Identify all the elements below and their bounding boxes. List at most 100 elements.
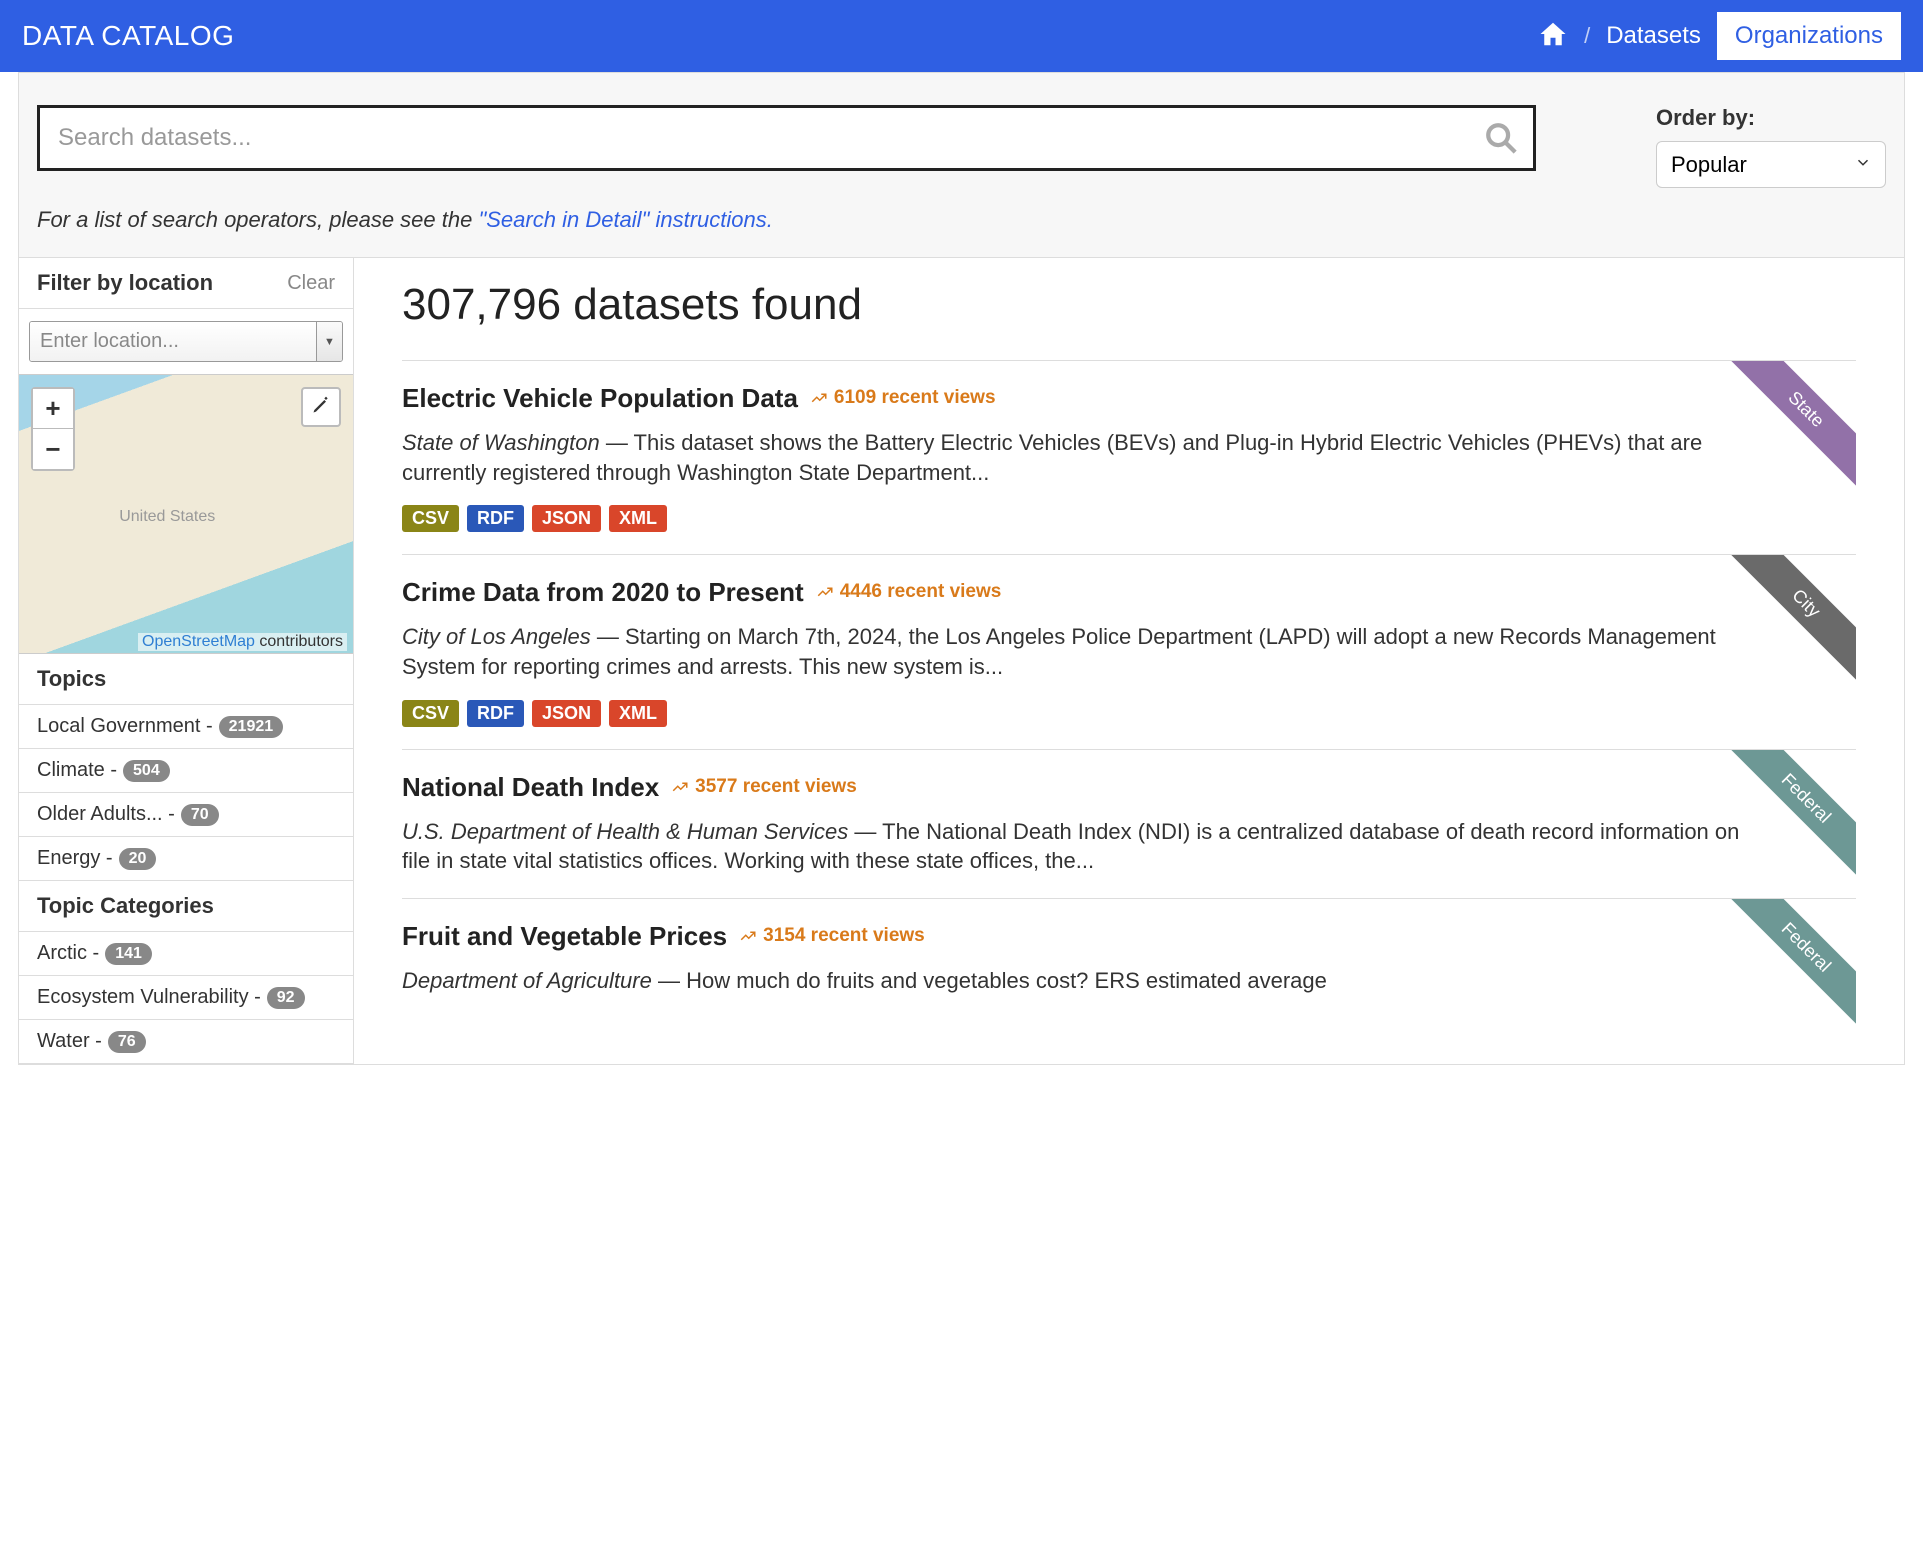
dataset-item: Electric Vehicle Population Data 6109 rec… [402, 360, 1856, 554]
format-badge-rdf[interactable]: RDF [467, 700, 524, 727]
dataset-level-ribbon: City [1726, 555, 1856, 685]
pencil-icon [311, 395, 331, 420]
osm-link[interactable]: OpenStreetMap [142, 633, 255, 650]
map-zoom-out[interactable]: − [33, 429, 73, 469]
order-by-label: Order by: [1656, 105, 1886, 131]
results-main: 307,796 datasets found Electric Vehicle … [354, 258, 1904, 1064]
dataset-description: City of Los Angeles — Starting on March … [402, 622, 1746, 681]
dataset-views: 3154 recent views [739, 925, 925, 947]
location-map[interactable]: + − United States OpenStreetMap contribu… [19, 374, 353, 654]
facet-label: Ecosystem Vulnerability - [37, 986, 261, 1009]
chart-line-icon [816, 583, 834, 601]
map-draw-button[interactable] [301, 387, 341, 427]
format-badge-xml[interactable]: XML [609, 505, 667, 532]
topics-list: Local Government - 21921Climate - 504Old… [19, 705, 353, 881]
dataset-org: U.S. Department of Health & Human Servic… [402, 819, 848, 844]
chart-line-icon [671, 778, 689, 796]
map-zoom-controls: + − [31, 387, 75, 471]
topic-item[interactable]: Energy - 20 [19, 837, 353, 881]
facet-count: 76 [108, 1031, 146, 1053]
ribbon-label: City [1726, 555, 1856, 685]
facet-count: 92 [267, 987, 305, 1009]
order-by-select[interactable]: Popular [1656, 141, 1886, 188]
format-badge-json[interactable]: JSON [532, 700, 601, 727]
topic-item[interactable]: Local Government - 21921 [19, 705, 353, 749]
location-filter-header: Filter by location Clear [19, 258, 353, 309]
header-nav: / Datasets Organizations [1538, 12, 1901, 60]
nav-organizations[interactable]: Organizations [1717, 12, 1901, 60]
sidebar: Filter by location Clear ▼ + − [19, 258, 354, 1064]
search-section: For a list of search operators, please s… [19, 73, 1904, 258]
facet-count: 70 [181, 804, 219, 826]
osm-suffix: contributors [255, 633, 343, 650]
chart-line-icon [739, 927, 757, 945]
dataset-formats: CSV RDF JSON XML [402, 700, 1746, 727]
dataset-item: Fruit and Vegetable Prices 3154 recent vi… [402, 898, 1856, 1018]
dataset-item: National Death Index 3577 recent views U.S… [402, 749, 1856, 898]
main-container: For a list of search operators, please s… [18, 72, 1905, 1065]
map-country-label: United States [119, 508, 215, 526]
ribbon-label: Federal [1726, 750, 1856, 880]
dataset-views: 6109 recent views [810, 387, 996, 409]
top-header: DATA CATALOG / Datasets Organizations [0, 0, 1923, 72]
location-input[interactable] [30, 322, 316, 361]
facet-label: Local Government - [37, 715, 213, 738]
dataset-level-ribbon: State [1726, 361, 1856, 491]
dataset-views: 4446 recent views [816, 581, 1002, 603]
dataset-description: Department of Agriculture — How much do … [402, 966, 1746, 996]
format-badge-csv[interactable]: CSV [402, 505, 459, 532]
facet-label: Climate - [37, 759, 117, 782]
chart-line-icon [810, 389, 828, 407]
format-badge-rdf[interactable]: RDF [467, 505, 524, 532]
dataset-title[interactable]: National Death Index [402, 772, 659, 802]
topic-category-item[interactable]: Water - 76 [19, 1020, 353, 1064]
dataset-org: City of Los Angeles [402, 624, 591, 649]
ribbon-label: Federal [1726, 899, 1856, 1029]
home-icon[interactable] [1538, 19, 1568, 54]
dataset-formats: CSV RDF JSON XML [402, 505, 1746, 532]
content-row: Filter by location Clear ▼ + − [19, 258, 1904, 1064]
site-title[interactable]: DATA CATALOG [22, 20, 234, 52]
dataset-title[interactable]: Crime Data from 2020 to Present [402, 577, 804, 607]
facet-label: Water - [37, 1030, 102, 1053]
facet-count: 504 [123, 760, 170, 782]
dataset-description: U.S. Department of Health & Human Servic… [402, 817, 1746, 876]
topic-category-item[interactable]: Ecosystem Vulnerability - 92 [19, 976, 353, 1020]
search-hint-prefix: For a list of search operators, please s… [37, 207, 478, 232]
location-dropdown-toggle[interactable]: ▼ [316, 322, 342, 361]
location-input-wrap: ▼ [19, 309, 353, 374]
map-attribution: OpenStreetMap contributors [138, 633, 347, 651]
dataset-org: State of Washington [402, 430, 600, 455]
dataset-description: State of Washington — This dataset shows… [402, 428, 1746, 487]
format-badge-csv[interactable]: CSV [402, 700, 459, 727]
ribbon-label: State [1726, 361, 1856, 491]
order-by: Order by: Popular [1656, 105, 1886, 188]
facet-count: 20 [119, 848, 157, 870]
format-badge-json[interactable]: JSON [532, 505, 601, 532]
topic-item[interactable]: Older Adults... - 70 [19, 793, 353, 837]
search-input[interactable] [37, 105, 1536, 171]
nav-separator: / [1584, 23, 1590, 49]
location-filter-clear[interactable]: Clear [287, 272, 335, 295]
search-box [37, 105, 1536, 171]
map-zoom-in[interactable]: + [33, 389, 73, 429]
dataset-level-ribbon: Federal [1726, 899, 1856, 1029]
facet-count: 141 [105, 943, 152, 965]
result-count: 307,796 datasets found [402, 280, 1856, 330]
dataset-title[interactable]: Fruit and Vegetable Prices [402, 921, 727, 951]
nav-datasets[interactable]: Datasets [1606, 22, 1701, 50]
dataset-org: Department of Agriculture [402, 968, 652, 993]
topic-item[interactable]: Climate - 504 [19, 749, 353, 793]
topic-categories-heading: Topic Categories [19, 881, 353, 932]
location-filter-title: Filter by location [37, 270, 213, 296]
topic-category-item[interactable]: Arctic - 141 [19, 932, 353, 976]
dataset-views: 3577 recent views [671, 776, 857, 798]
search-hint: For a list of search operators, please s… [37, 207, 1536, 233]
topics-heading: Topics [19, 654, 353, 705]
facet-label: Older Adults... - [37, 803, 175, 826]
facet-label: Arctic - [37, 942, 99, 965]
format-badge-xml[interactable]: XML [609, 700, 667, 727]
dataset-title[interactable]: Electric Vehicle Population Data [402, 383, 798, 413]
topic-categories-list: Arctic - 141Ecosystem Vulnerability - 92… [19, 932, 353, 1064]
search-hint-link[interactable]: "Search in Detail" instructions. [478, 207, 772, 232]
